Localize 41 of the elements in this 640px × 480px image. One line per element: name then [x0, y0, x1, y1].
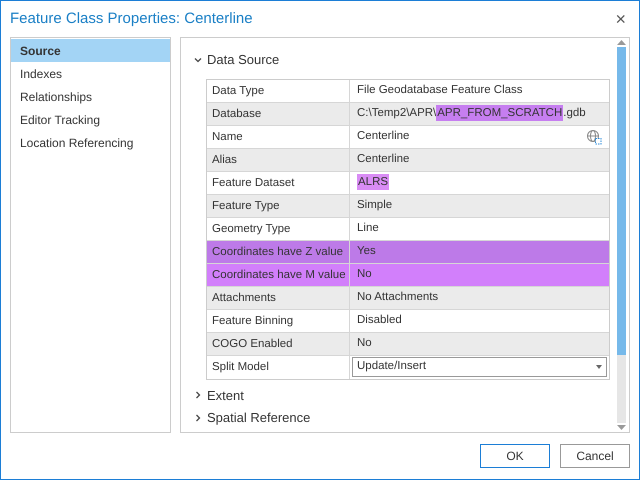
- property-label: Split Model: [207, 356, 350, 378]
- property-value: C:\Temp2\APR\APR_FROM_SCRATCH.gdb: [357, 104, 586, 122]
- property-value: Simple: [357, 198, 392, 213]
- property-label: Geometry Type: [207, 218, 350, 240]
- property-value: No: [357, 336, 372, 351]
- property-label: Name: [207, 126, 350, 148]
- property-label: COGO Enabled: [207, 332, 350, 354]
- sidebar-item[interactable]: Editor Tracking: [11, 108, 170, 131]
- section-header[interactable]: Data Source: [193, 50, 280, 70]
- property-label: Attachments: [207, 286, 350, 308]
- property-label: Data Type: [207, 80, 350, 102]
- section-header[interactable]: Extent: [193, 386, 244, 405]
- property-label: Database: [207, 102, 350, 124]
- property-value: Disabled: [357, 312, 402, 328]
- sidebar-item[interactable]: Indexes: [11, 62, 170, 85]
- property-value: Centerline: [357, 128, 410, 144]
- window-title: Feature Class Properties: Centerline: [10, 8, 253, 29]
- property-value: No Attachments: [357, 290, 438, 305]
- section-header[interactable]: Spatial Reference: [193, 408, 310, 428]
- property-label: Alias: [207, 148, 350, 170]
- sidebar-item[interactable]: Source: [11, 39, 170, 62]
- property-value: ALRS: [357, 174, 390, 192]
- property-value: Line: [357, 220, 379, 236]
- ok-button[interactable]: OK: [480, 444, 550, 468]
- property-label: Feature Type: [207, 194, 350, 216]
- property-value: No: [357, 266, 372, 282]
- scrollbar-thumb[interactable]: [616, 47, 626, 356]
- caret-icon: [596, 365, 602, 369]
- property-value: Yes: [357, 244, 376, 259]
- property-value: Centerline: [357, 152, 410, 167]
- property-value: File Geodatabase Feature Class: [357, 82, 523, 98]
- dropdown-field[interactable]: Update/Insert: [352, 357, 607, 377]
- sidebar-item[interactable]: Relationships: [11, 85, 170, 108]
- cancel-button[interactable]: Cancel: [560, 444, 630, 468]
- property-label: Coordinates have Z value: [207, 240, 350, 262]
- sidebar-item[interactable]: Location Referencing: [11, 131, 170, 154]
- property-label: Coordinates have M value: [207, 264, 350, 286]
- globe-icon[interactable]: [586, 128, 602, 144]
- close-button[interactable]: ×: [611, 10, 630, 28]
- property-label: Feature Binning: [207, 310, 350, 332]
- property-label: Feature Dataset: [207, 172, 350, 194]
